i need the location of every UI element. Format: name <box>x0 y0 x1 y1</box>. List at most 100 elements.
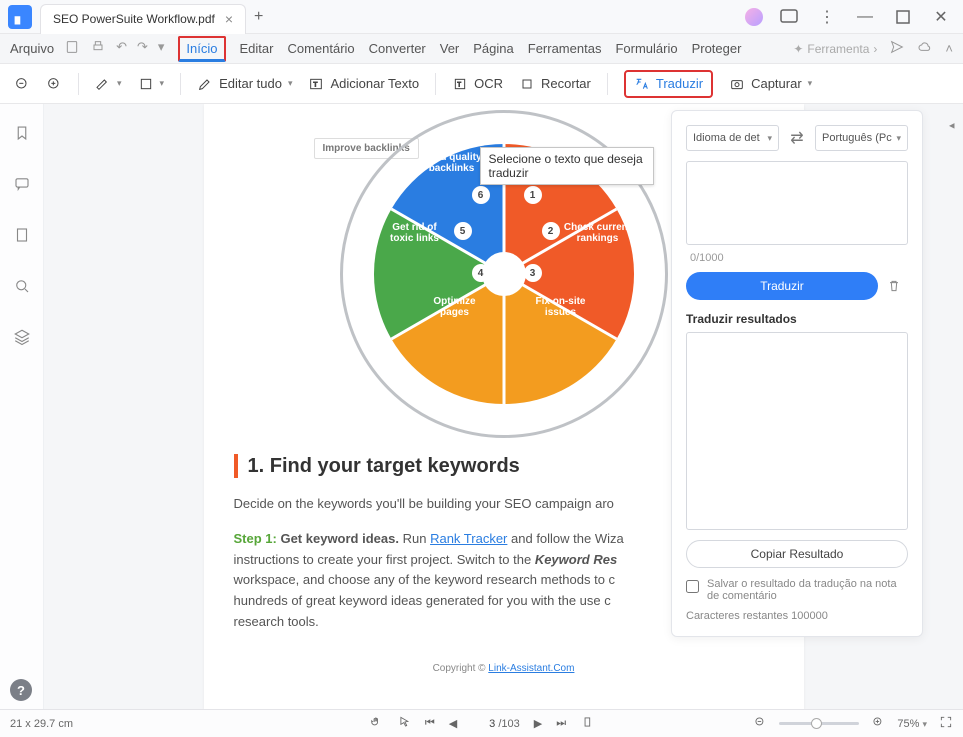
menu-tab-ferramentas[interactable]: Ferramentas <box>528 41 602 56</box>
edit-all-button[interactable]: Editar tudo▾ <box>197 76 292 92</box>
wheel-label-3: Fix on-site issues <box>526 296 596 318</box>
redo-icon[interactable]: ↷ <box>137 39 148 58</box>
menu-tab-comentario[interactable]: Comentário <box>287 41 354 56</box>
target-lang-select[interactable]: Português (Pc▾ <box>815 125 908 151</box>
zoom-in-status-icon[interactable] <box>871 715 885 732</box>
window-maximize[interactable] <box>891 5 915 29</box>
translate-input[interactable] <box>686 161 908 245</box>
cloud-icon[interactable] <box>917 39 933 58</box>
copyright-link[interactable]: Link-Assistant.Com <box>488 663 574 674</box>
first-page-icon[interactable]: ⏮ <box>425 717 435 730</box>
right-rail: ▸ <box>949 120 955 133</box>
chat-icon[interactable] <box>777 5 801 29</box>
page-dimensions: 21 x 29.7 cm <box>10 718 73 730</box>
clear-input-icon[interactable] <box>882 278 906 294</box>
translate-result-box <box>686 332 908 530</box>
wheel-badge-3: 3 <box>524 264 542 282</box>
status-bar: 21 x 29.7 cm ⏮ ◀ /103 ▶ ⏭ 75% ▾ <box>0 709 963 737</box>
right-rail-collapse-icon[interactable]: ▸ <box>949 120 955 133</box>
menu-tab-editar[interactable]: Editar <box>240 41 274 56</box>
dropdown-icon[interactable]: ▾ <box>158 39 165 58</box>
close-tab-icon[interactable]: × <box>225 11 233 27</box>
translate-panel: Idioma de det▾ ⇄ Português (Pc▾ 0/1000 T… <box>671 110 923 637</box>
page-indicator: /103 <box>471 718 519 730</box>
wheel-badge-1: 1 <box>524 186 542 204</box>
ai-tool-button[interactable]: ✦ Ferramenta › <box>793 42 877 56</box>
undo-icon[interactable]: ↶ <box>116 39 127 58</box>
results-heading: Traduzir resultados <box>686 312 908 326</box>
translate-button[interactable]: Traduzir <box>624 70 713 98</box>
do-translate-button[interactable]: Traduzir <box>686 272 878 300</box>
wheel-label-6: Build quality backlinks <box>414 152 490 174</box>
zoom-slider[interactable] <box>779 722 859 725</box>
save-as-note-checkbox[interactable] <box>686 580 699 593</box>
copy-result-button[interactable]: Copiar Resultado <box>686 540 908 568</box>
layers-icon[interactable] <box>13 328 31 351</box>
chars-remaining: Caracteres restantes 100000 <box>686 610 908 622</box>
wheel-badge-6: 6 <box>472 186 490 204</box>
single-page-icon[interactable] <box>580 715 594 732</box>
window-close[interactable]: ✕ <box>929 5 953 29</box>
translate-tooltip: Selecione o texto que deseja traduzir <box>480 147 654 185</box>
wheel-badge-4: 4 <box>472 264 490 282</box>
comment-icon[interactable] <box>13 175 31 198</box>
page-input[interactable] <box>471 718 495 730</box>
menu-tab-proteger[interactable]: Proteger <box>692 41 742 56</box>
toolbar: ▾ ▾ Editar tudo▾ TAdicionar Texto TOCR R… <box>0 64 963 104</box>
menu-tab-formulario[interactable]: Formulário <box>615 41 677 56</box>
char-counter: 0/1000 <box>686 252 908 264</box>
wheel-label-2: Check current rankings <box>559 222 637 244</box>
doc-heading: 1. Find your target keywords <box>248 455 520 478</box>
user-avatar[interactable] <box>745 8 763 26</box>
new-tab-button[interactable]: + <box>254 8 263 26</box>
zoom-out-button[interactable] <box>14 76 30 92</box>
titlebar: ▖ SEO PowerSuite Workflow.pdf × + ⋮ — ✕ <box>0 0 963 34</box>
window-minimize[interactable]: — <box>853 5 877 29</box>
zoom-out-status-icon[interactable] <box>753 715 767 732</box>
rank-tracker-link[interactable]: Rank Tracker <box>430 531 507 546</box>
wheel-label-5: Get rid of toxic links <box>380 222 450 244</box>
wheel-badge-5: 5 <box>454 222 472 240</box>
prev-page-icon[interactable]: ◀ <box>449 717 457 730</box>
save-as-note-label: Salvar o resultado da tradução na nota d… <box>707 578 908 602</box>
heading-accent-bar <box>234 454 238 478</box>
crop-button[interactable]: Recortar <box>519 76 591 92</box>
zoom-in-button[interactable] <box>46 76 62 92</box>
menu-file[interactable]: Arquivo <box>10 41 54 56</box>
hand-tool-icon[interactable] <box>369 715 383 732</box>
wheel-badge-2: 2 <box>542 222 560 240</box>
save-icon[interactable] <box>64 39 80 58</box>
document-tab[interactable]: SEO PowerSuite Workflow.pdf × <box>40 4 246 34</box>
menu-tab-converter[interactable]: Converter <box>369 41 426 56</box>
svg-text:T: T <box>457 82 461 88</box>
bookmark-icon[interactable] <box>13 124 31 147</box>
swap-languages-icon[interactable]: ⇄ <box>785 126 809 150</box>
menubar: Arquivo ↶ ↷ ▾ Início Editar Comentário C… <box>0 34 963 64</box>
shape-tool[interactable]: ▾ <box>138 76 165 92</box>
highlight-tool[interactable]: ▾ <box>95 76 122 92</box>
fullscreen-icon[interactable] <box>939 715 953 732</box>
wheel-label-4: Optimize pages <box>420 296 490 318</box>
add-text-button[interactable]: TAdicionar Texto <box>308 76 419 92</box>
source-lang-select[interactable]: Idioma de det▾ <box>686 125 779 151</box>
help-button[interactable]: ? <box>10 679 32 701</box>
svg-text:T: T <box>314 81 318 88</box>
zoom-value[interactable]: 75% ▾ <box>897 718 927 730</box>
kebab-icon[interactable]: ⋮ <box>815 5 839 29</box>
print-icon[interactable] <box>90 39 106 58</box>
copyright: Copyright © Link-Assistant.Com <box>234 663 774 674</box>
menu-tab-pagina[interactable]: Página <box>473 41 513 56</box>
ocr-button[interactable]: TOCR <box>452 76 503 92</box>
left-sidebar: ▸ <box>0 104 44 709</box>
capture-button[interactable]: Capturar▾ <box>729 76 812 92</box>
search-icon[interactable] <box>13 277 31 300</box>
app-icon: ▖ <box>8 5 32 29</box>
last-page-icon[interactable]: ⏭ <box>556 717 566 730</box>
menu-tab-ver[interactable]: Ver <box>440 41 460 56</box>
send-icon[interactable] <box>889 39 905 58</box>
chevron-up-icon[interactable]: ˄ <box>945 41 953 56</box>
menu-tab-inicio[interactable]: Início <box>178 36 225 62</box>
thumbnail-icon[interactable] <box>13 226 31 249</box>
next-page-icon[interactable]: ▶ <box>534 717 542 730</box>
select-tool-icon[interactable] <box>397 715 411 732</box>
